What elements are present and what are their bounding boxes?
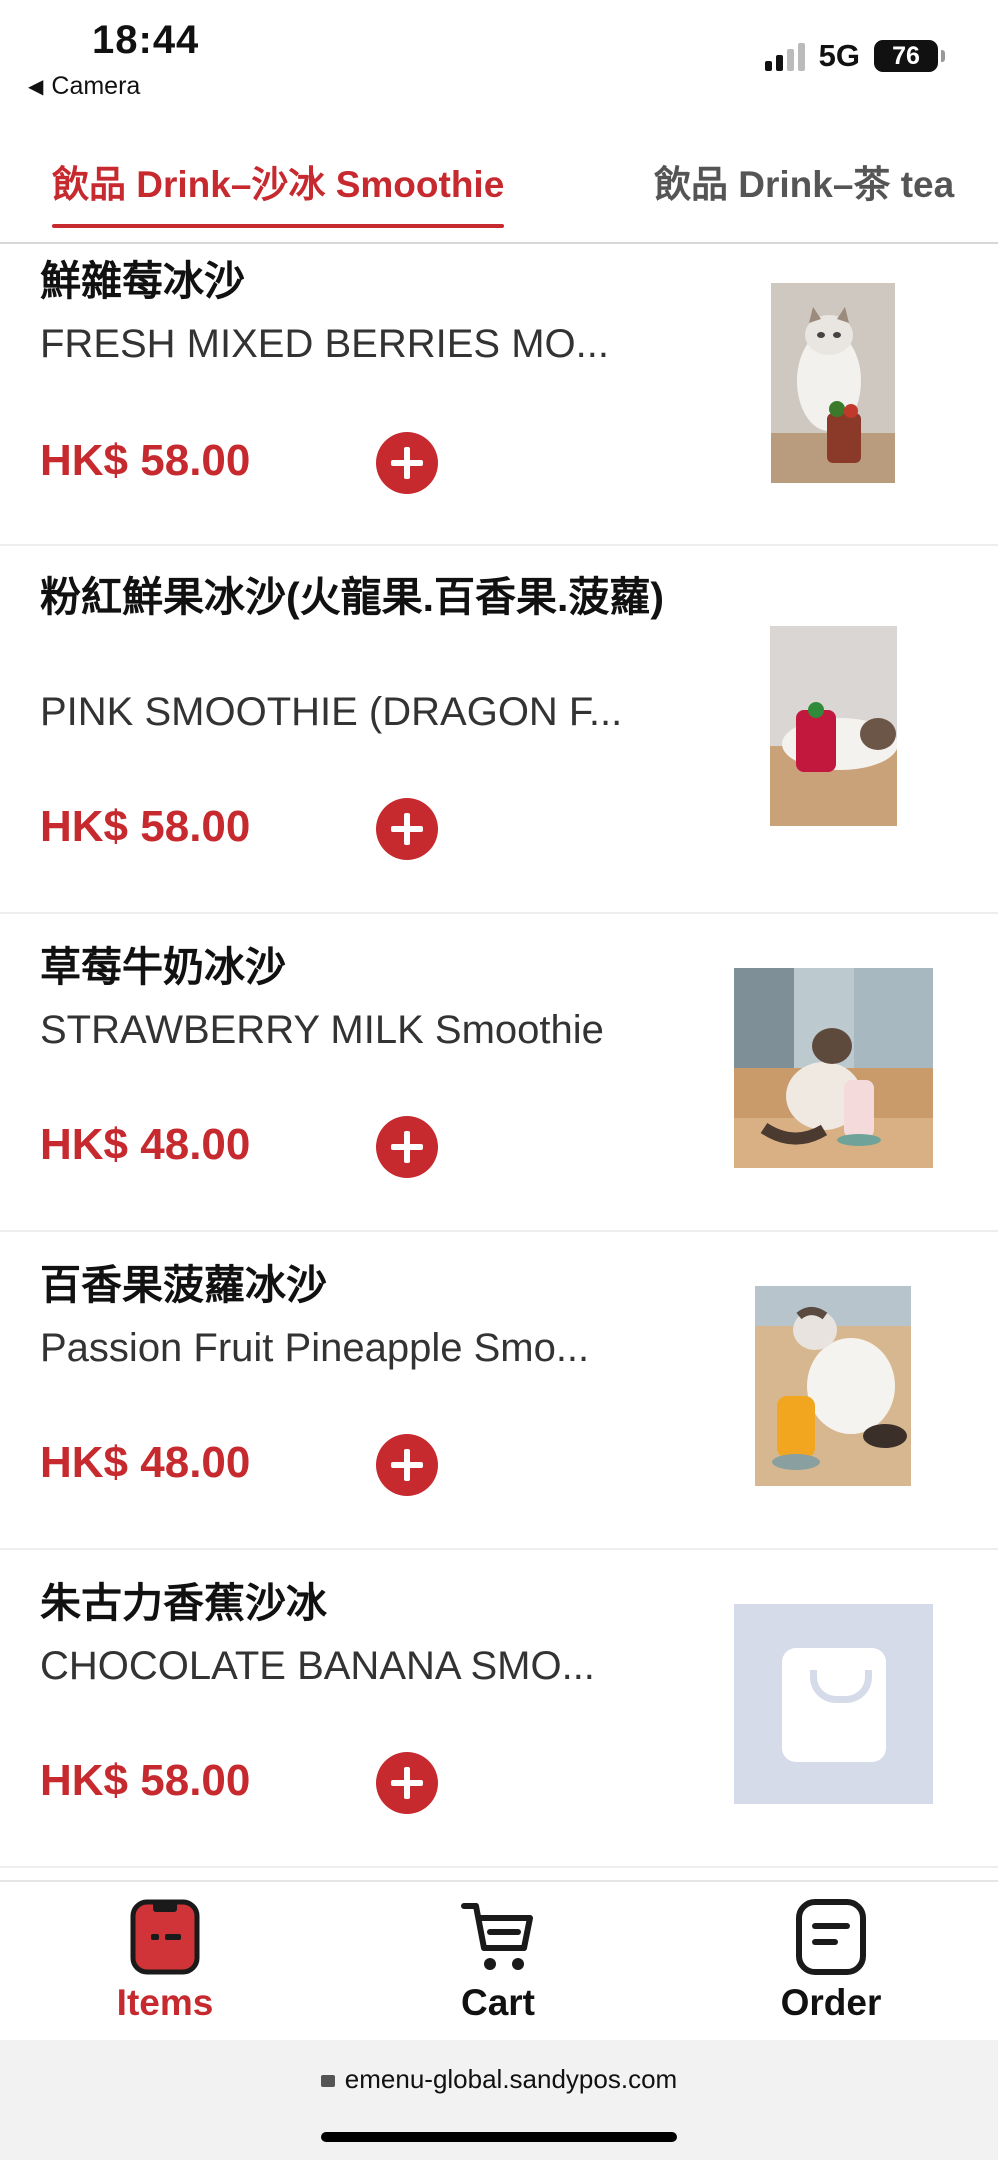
tab-smoothie[interactable]: 飲品 Drink–沙冰 Smoothie (52, 154, 505, 228)
nav-items-label: Items (116, 1982, 214, 2023)
tab-tea[interactable]: 飲品 Drink–茶 tea (654, 154, 954, 208)
menu-item[interactable]: 鮮雜莓冰沙 FRESH MIXED BERRIES MO... HK$ 58.0… (0, 246, 998, 546)
item-photo[interactable] (734, 968, 933, 1168)
cat-photo-image (771, 283, 895, 483)
browser-address-bar[interactable]: emenu-global.sandypos.com (0, 2040, 998, 2160)
item-price: HK$ 58.00 (40, 802, 251, 851)
status-bar: 18:44 ◀ Camera 5G 76 (0, 0, 998, 120)
lock-icon (320, 2075, 335, 2087)
add-to-cart-button[interactable] (376, 1434, 438, 1496)
item-photo[interactable] (771, 283, 895, 483)
item-price: HK$ 48.00 (40, 1438, 251, 1487)
item-price: HK$ 48.00 (40, 1120, 251, 1169)
battery-icon: 76 (874, 40, 945, 72)
back-app-label: Camera (51, 72, 141, 100)
category-tabs: 飲品 Drink–沙冰 Smoothie 飲品 Drink–茶 tea (0, 120, 998, 244)
item-photo[interactable] (755, 1286, 911, 1486)
item-name: 朱古力香蕉沙冰 (40, 1580, 327, 1626)
add-to-cart-button[interactable] (376, 432, 438, 494)
item-description: Passion Fruit Pineapple Smo... (40, 1326, 590, 1370)
item-name: 粉紅鮮果冰沙(火龍果.百香果.菠蘿) (40, 574, 665, 620)
item-price: HK$ 58.00 (40, 1756, 251, 1805)
bottom-navigation: Items Cart Order (0, 1880, 998, 2040)
url-text: emenu-global.sandypos.com (344, 2064, 678, 2094)
items-icon (130, 1899, 200, 1975)
menu-item-list: 鮮雜莓冰沙 FRESH MIXED BERRIES MO... HK$ 58.0… (0, 246, 998, 1878)
item-name: 鮮雜莓冰沙 (40, 258, 245, 304)
cat-photo-image (734, 968, 933, 1168)
item-photo-placeholder[interactable] (734, 1604, 933, 1804)
item-name: 百香果菠蘿冰沙 (40, 1262, 327, 1308)
nav-items-tab[interactable]: Items (65, 1896, 265, 2024)
shopping-bag-icon (782, 1648, 886, 1762)
item-price: HK$ 58.00 (40, 436, 251, 485)
cart-icon (461, 1903, 533, 1970)
back-triangle-icon: ◀ (28, 76, 44, 98)
back-to-app-link[interactable]: ◀ Camera (28, 72, 140, 101)
menu-item[interactable]: 百香果菠蘿冰沙 Passion Fruit Pineapple Smo... H… (0, 1234, 998, 1550)
signal-strength-icon (764, 41, 805, 71)
status-indicators: 5G 76 (764, 38, 945, 74)
order-icon (796, 1899, 866, 1975)
cat-photo-image (755, 1286, 911, 1486)
nav-cart-label: Cart (460, 1982, 536, 2023)
menu-item[interactable]: 粉紅鮮果冰沙(火龍果.百香果.菠蘿) PINK SMOOTHIE (DRAGON… (0, 548, 998, 914)
nav-cart-tab[interactable]: Cart (398, 1896, 598, 2024)
cat-photo-image (770, 626, 897, 826)
url-display[interactable]: emenu-global.sandypos.com (0, 2064, 998, 2095)
clock: 18:44 (92, 18, 200, 62)
item-photo[interactable] (770, 626, 897, 826)
battery-level: 76 (892, 41, 920, 70)
item-name: 草莓牛奶冰沙 (40, 944, 286, 990)
nav-order-tab[interactable]: Order (731, 1896, 931, 2024)
home-indicator[interactable] (321, 2132, 677, 2142)
item-description: PINK SMOOTHIE (DRAGON F... (40, 690, 623, 734)
menu-item[interactable]: 草莓牛奶冰沙 STRAWBERRY MILK Smoothie HK$ 48.0… (0, 916, 998, 1232)
network-type: 5G (818, 38, 860, 73)
item-description: STRAWBERRY MILK Smoothie (40, 1008, 604, 1052)
menu-item[interactable]: 朱古力香蕉沙冰 CHOCOLATE BANANA SMO... HK$ 58.0… (0, 1552, 998, 1868)
add-to-cart-button[interactable] (376, 1116, 438, 1178)
item-description: FRESH MIXED BERRIES MO... (40, 322, 609, 366)
item-description: CHOCOLATE BANANA SMO... (40, 1644, 595, 1688)
nav-order-label: Order (780, 1982, 882, 2023)
add-to-cart-button[interactable] (376, 1752, 438, 1814)
add-to-cart-button[interactable] (376, 798, 438, 860)
